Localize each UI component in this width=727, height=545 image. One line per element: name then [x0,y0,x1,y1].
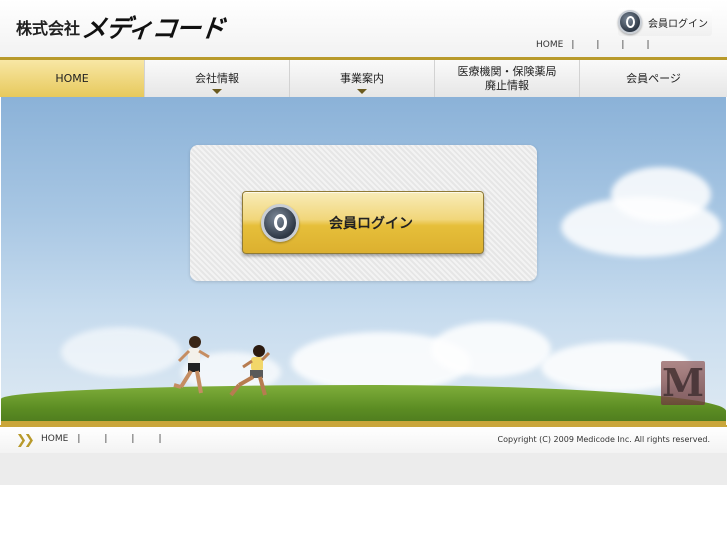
login-panel: 会員ログイン [190,145,537,281]
logo-kana: メディコード [80,14,226,43]
nav-item-closure-info[interactable]: 医療機関・保険薬局 廃止情報 [435,60,580,97]
submenu-arrow-icon [357,89,367,94]
running-child-girl [173,336,210,394]
member-login-button[interactable]: 会員ログイン [242,191,484,254]
nav-item-home[interactable]: HOME [0,60,145,97]
separator: | [104,434,108,444]
nav-item-label: 会員ページ [626,71,681,85]
nav-item-member-page[interactable]: 会員ページ [580,60,727,97]
running-child-boy [229,345,271,397]
separator: | [77,434,81,444]
page-bottom-band [0,453,727,485]
double-chevron-right-icon: ❯❯ [16,433,35,448]
cloud [611,167,711,222]
submenu-arrow-icon [212,89,222,94]
header-login-button[interactable]: 会員ログイン [618,8,712,36]
site-header: 株式会社 メディコード 会員ログイン HOME | | | | [0,0,727,57]
brand-m-logo-icon: M [661,360,705,405]
login-circle-icon [618,10,642,34]
separator: | [571,40,575,50]
nav-item-label: 事業案内 [340,71,384,85]
separator: | [646,40,650,50]
separator: | [596,40,600,50]
nav-item-business[interactable]: 事業案内 [290,60,435,97]
member-login-label: 会員ログイン [329,215,413,232]
footer-link-home[interactable]: HOME [41,434,68,444]
nav-item-label-line1: 医療機関・保険薬局 [457,64,557,78]
separator: | [621,40,625,50]
copyright-text: Copyright (C) 2009 Medicode Inc. All rig… [497,435,710,444]
nav-item-label-line2: 廃止情報 [485,78,529,92]
separator: | [158,434,162,444]
site-logo[interactable]: 株式会社 メディコード [16,12,226,43]
hero-image: 会員ログイン M [1,97,726,425]
header-link-home[interactable]: HOME [536,40,563,50]
nav-item-label: HOME [55,71,89,85]
separator: | [131,434,135,444]
nav-item-label: 会社情報 [195,71,239,85]
logo-kanji: 株式会社 [16,19,81,38]
footer-links: HOME | | | | [41,434,177,444]
nav-item-company[interactable]: 会社情報 [145,60,290,97]
cloud [61,327,181,377]
main-nav: HOME 会社情報 事業案内 医療機関・保険薬局 廃止情報 会員ページ [0,57,727,97]
site-footer: ❯❯ HOME | | | | Copyright (C) 2009 Medic… [0,425,727,453]
cloud [431,322,551,377]
header-utility-links: HOME | | | | [536,40,665,50]
header-login-label: 会員ログイン [648,18,708,30]
login-circle-icon [261,203,299,242]
